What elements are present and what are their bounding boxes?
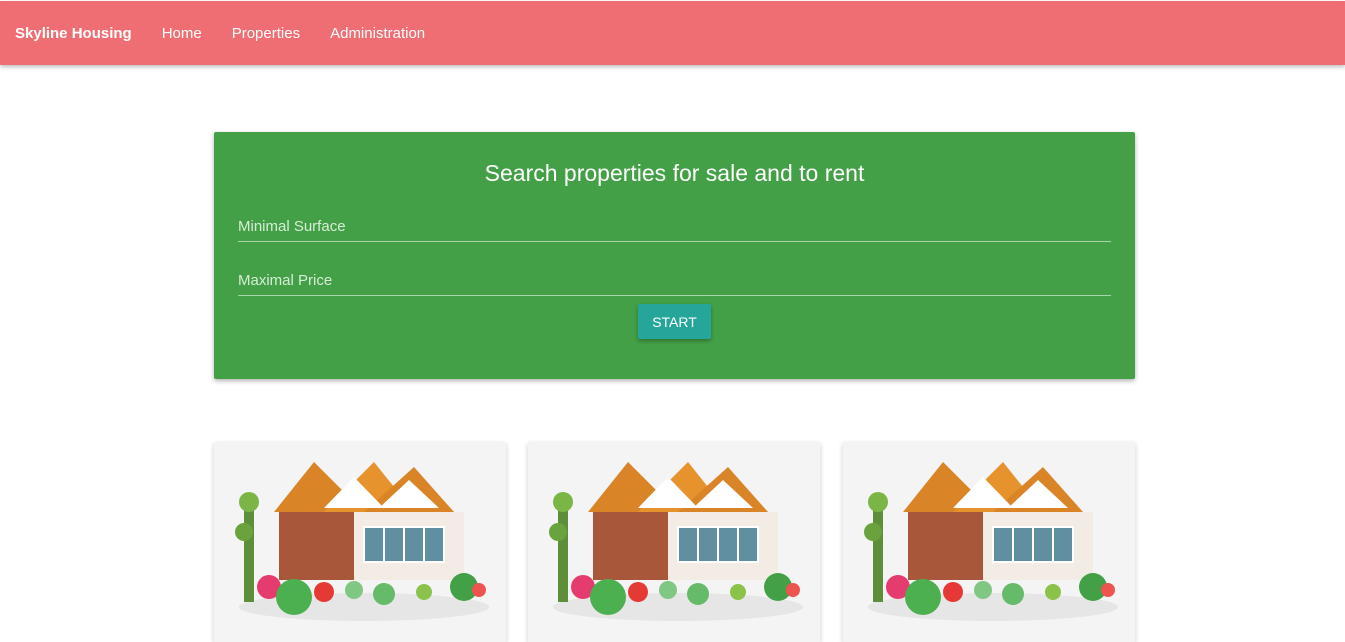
search-title: Search properties for sale and to rent — [484, 160, 865, 186]
house-image — [235, 462, 489, 621]
house-image — [549, 462, 803, 621]
nav-link-home[interactable]: Home — [162, 25, 202, 42]
property-card[interactable] — [843, 442, 1135, 642]
nav-link-administration[interactable]: Administration — [330, 25, 425, 42]
property-card[interactable] — [214, 442, 506, 642]
min-surface-input[interactable] — [238, 211, 1111, 242]
nav-links: Home Properties Administration — [162, 25, 455, 42]
start-button[interactable]: START — [638, 304, 711, 339]
top-navbar: Skyline Housing Home Properties Administ… — [0, 1, 1345, 65]
property-card[interactable] — [528, 442, 820, 642]
max-price-input[interactable] — [238, 265, 1111, 296]
search-card: Search properties for sale and to rent S… — [214, 132, 1135, 379]
nav-link-properties[interactable]: Properties — [232, 25, 300, 42]
house-image — [864, 462, 1118, 621]
brand-logo-text[interactable]: Skyline Housing — [15, 25, 132, 42]
